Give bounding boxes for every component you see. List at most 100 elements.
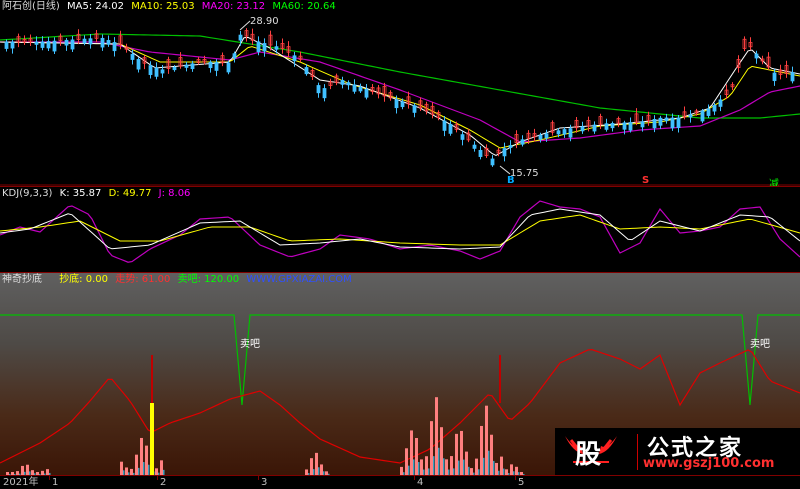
high-pointer xyxy=(239,20,251,31)
candle-body xyxy=(568,128,573,138)
candle-body xyxy=(208,61,213,69)
candle-body xyxy=(628,122,633,131)
candle-body xyxy=(478,149,483,157)
histogram-bar xyxy=(155,468,158,475)
indicator-bottom-value: 抄底: 0.00 xyxy=(59,274,109,285)
candle-body xyxy=(88,38,93,45)
high-price-label: 28.90 xyxy=(250,16,279,27)
axis-label-month: 1 xyxy=(52,477,59,488)
candle-body xyxy=(316,85,321,94)
candle-body xyxy=(64,39,69,46)
candle-body xyxy=(622,122,627,130)
histogram-bar xyxy=(425,456,428,475)
candle-body xyxy=(46,41,51,49)
candle-body xyxy=(214,62,219,71)
candle-body xyxy=(154,67,159,77)
histogram-bar xyxy=(440,427,443,475)
candle-body xyxy=(580,126,585,132)
candle-body xyxy=(712,104,717,112)
histogram-bar xyxy=(430,421,433,475)
watermark-divider xyxy=(637,434,638,470)
candle-body xyxy=(652,119,657,129)
price-chart xyxy=(0,20,800,186)
candle-body xyxy=(676,117,681,128)
chart-title: 阿石创(日线) xyxy=(2,1,60,12)
candle-body xyxy=(226,62,231,73)
sell-marker: S xyxy=(642,175,650,186)
histogram-bar xyxy=(120,461,123,475)
candle-body xyxy=(556,130,561,135)
candle-body xyxy=(52,40,57,52)
candle-body xyxy=(718,99,723,107)
kdj-j-line xyxy=(0,200,800,263)
logo-character: 股 xyxy=(575,440,602,470)
kdj-pane[interactable]: KDJ(9,3,3) K: 35.87 D: 49.77 J: 8.06 xyxy=(0,186,800,273)
histogram-bar-cyan xyxy=(148,464,150,475)
price-pane[interactable]: 阿石创(日线) MA5: 24.02 MA10: 25.03 MA20: 23.… xyxy=(0,0,800,186)
candle-body xyxy=(772,72,777,82)
histogram-bar-cyan xyxy=(493,460,495,475)
axis-tick xyxy=(157,476,158,480)
candle-body xyxy=(364,88,369,98)
candle-body xyxy=(520,139,525,145)
kdj-d-line xyxy=(0,214,800,246)
candle-body xyxy=(790,72,795,82)
histogram-bar xyxy=(495,462,498,475)
candle-body xyxy=(592,124,597,132)
bottom-signal-bar xyxy=(150,403,154,475)
candle-body xyxy=(112,42,117,52)
candle-body xyxy=(706,108,711,116)
histogram-bar xyxy=(455,433,458,475)
histogram-bar xyxy=(485,405,488,475)
histogram-bar xyxy=(21,465,24,475)
histogram-bar-cyan xyxy=(418,462,420,475)
price-legend: 阿石创(日线) MA5: 24.02 MA10: 25.03 MA20: 23.… xyxy=(2,0,340,13)
candle-body xyxy=(658,117,663,126)
indicator-site-url: WWW.GPXIAZAI.COM xyxy=(246,274,352,285)
histogram-bar xyxy=(460,430,463,475)
sell-label-2: 卖吧 xyxy=(750,339,770,350)
histogram-bar xyxy=(480,425,483,475)
histogram-bar-cyan xyxy=(143,462,145,475)
buy-marker: B xyxy=(507,175,515,186)
histogram-bar xyxy=(515,466,518,475)
histogram-bar-cyan xyxy=(483,457,485,475)
histogram-bar xyxy=(320,464,323,475)
candle-body xyxy=(358,86,363,92)
histogram-bar xyxy=(420,459,423,475)
axis-label-month: 2 xyxy=(160,477,167,488)
histogram-bar-cyan xyxy=(463,459,465,475)
candle-body xyxy=(190,63,195,70)
candle-body xyxy=(448,124,453,134)
candle-body xyxy=(538,134,543,140)
candle-body xyxy=(40,41,45,48)
histogram-bar xyxy=(470,468,473,475)
histogram-bar-cyan xyxy=(138,467,140,475)
kdj-j-value: J: 8.06 xyxy=(158,188,191,199)
histogram-bar xyxy=(125,467,128,475)
candle-body xyxy=(502,148,507,157)
candle-body xyxy=(394,99,399,109)
candle-body xyxy=(346,82,351,86)
histogram-bar-cyan xyxy=(443,458,445,475)
histogram-bar xyxy=(510,464,513,475)
histogram-bar-cyan xyxy=(318,467,320,475)
histogram-bar xyxy=(135,454,138,475)
candle-body xyxy=(604,123,609,130)
candle-body xyxy=(754,53,759,59)
candle-body xyxy=(442,120,447,131)
sell-label-1: 卖吧 xyxy=(240,339,260,350)
time-axis: 2021年 1 2 3 4 5 xyxy=(0,475,800,489)
ma5-value: MA5: 24.02 xyxy=(67,1,125,12)
candle-body xyxy=(274,46,279,50)
candle-body xyxy=(10,41,15,49)
histogram-bar xyxy=(445,459,448,475)
axis-label-year: 2021年 xyxy=(3,477,39,488)
histogram-bar-cyan xyxy=(428,468,430,475)
axis-label-month: 5 xyxy=(518,477,525,488)
histogram-bar-cyan xyxy=(438,447,440,475)
candle-body xyxy=(148,65,153,75)
histogram-bar xyxy=(490,434,493,475)
histogram-bar-cyan xyxy=(433,456,435,475)
candle-body xyxy=(70,39,75,50)
